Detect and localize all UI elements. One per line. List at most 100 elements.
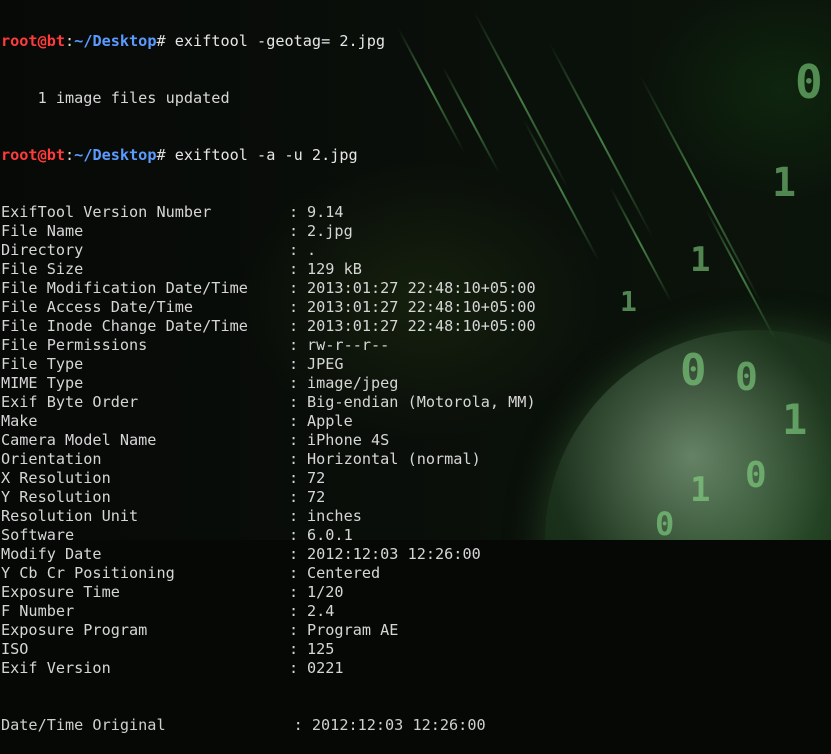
exif-separator: :: [289, 659, 308, 677]
exif-row: Y Resolution: 72: [1, 488, 536, 507]
exif-separator: :: [289, 317, 308, 335]
exif-value: 9.14: [307, 203, 344, 221]
binary-digit: 0: [795, 55, 823, 109]
exif-key: Camera Model Name: [1, 431, 157, 449]
exif-row: X Resolution: 72: [1, 469, 536, 488]
exif-separator: :: [289, 279, 308, 297]
exif-value: iPhone 4S: [307, 431, 390, 449]
exif-separator: :: [289, 260, 308, 278]
exif-separator: :: [289, 222, 308, 240]
exif-key: Make: [1, 412, 38, 430]
exif-value: 2013:01:27 22:48:10+05:00: [307, 279, 536, 297]
exif-separator: :: [289, 564, 308, 582]
exif-value: Centered: [307, 564, 381, 582]
exif-value: 2.4: [307, 602, 335, 620]
exif-key: Exif Byte Order: [1, 393, 139, 411]
exif-row: File Inode Change Date/Time: 2013:01:27 …: [1, 317, 536, 336]
exif-value: 2013:01:27 22:48:10+05:00: [307, 298, 536, 316]
exif-row: F Number: 2.4: [1, 602, 536, 621]
exif-row: File Name: 2.jpg: [1, 222, 536, 241]
exif-value: 2013:01:27 22:48:10+05:00: [307, 317, 536, 335]
exif-separator: :: [289, 298, 308, 316]
exif-key: ExifTool Version Number: [1, 203, 212, 221]
exif-value: 6.0.1: [307, 526, 353, 544]
exif-value: 72: [307, 469, 326, 487]
exif-separator: :: [289, 621, 308, 639]
binary-digit: 1: [690, 470, 711, 510]
exif-value: image/jpeg: [307, 374, 399, 392]
exif-row: Exposure Program: Program AE: [1, 621, 536, 640]
exif-key: File Inode Change Date/Time: [1, 317, 248, 335]
prompt-separator: :: [65, 32, 75, 50]
binary-digit: 0: [745, 455, 767, 496]
exif-row: Exif Version: 0221: [1, 659, 536, 678]
exif-value: 2.jpg: [307, 222, 353, 240]
binary-digit: 1: [782, 395, 808, 444]
exif-value: Program AE: [307, 621, 399, 639]
binary-digit: 1: [690, 240, 711, 280]
exif-separator: :: [289, 393, 308, 411]
exif-row: File Access Date/Time: 2013:01:27 22:48:…: [1, 298, 536, 317]
exif-separator: :: [289, 241, 308, 259]
exif-separator: :: [289, 336, 308, 354]
exif-row: Software: 6.0.1: [1, 526, 536, 545]
exif-row: ISO: 125: [1, 640, 536, 659]
exif-separator: :: [289, 526, 308, 544]
exif-key: Exposure Program: [1, 621, 148, 639]
exif-separator: :: [289, 545, 308, 563]
exif-row: Modify Date: 2012:12:03 12:26:00: [1, 545, 536, 564]
exif-key: Y Cb Cr Positioning: [1, 564, 175, 582]
exif-separator: :: [289, 374, 308, 392]
binary-digit: 0: [680, 345, 707, 396]
exif-row: File Type: JPEG: [1, 355, 536, 374]
exif-key: File Access Date/Time: [1, 298, 194, 316]
binary-digit: 1: [620, 285, 637, 318]
exif-row: Directory: .: [1, 241, 536, 260]
exif-value: 72: [307, 488, 326, 506]
exif-key: Exif Version: [1, 659, 111, 677]
prompt-path: ~/Desktop: [74, 146, 157, 164]
terminal-output[interactable]: root@bt:~/Desktop# exiftool -geotag= 2.j…: [1, 0, 536, 754]
binary-digit: 0: [735, 355, 758, 399]
exif-value: 129 kB: [307, 260, 362, 278]
light-streak: [704, 208, 778, 342]
exif-value: inches: [307, 507, 362, 525]
binary-digit: 0: [655, 505, 675, 540]
exif-row: Exposure Time: 1/20: [1, 583, 536, 602]
exif-key: File Type: [1, 355, 84, 373]
prompt-line: root@bt:~/Desktop# exiftool -geotag= 2.j…: [1, 32, 536, 51]
exif-separator: :: [289, 602, 308, 620]
prompt-symbol: #: [156, 32, 166, 50]
prompt-path: ~/Desktop: [74, 32, 157, 50]
exif-key: File Permissions: [1, 336, 148, 354]
exif-row: Y Cb Cr Positioning: Centered: [1, 564, 536, 583]
exif-separator: :: [289, 355, 308, 373]
exif-value: rw-r--r--: [307, 336, 390, 354]
exif-separator: :: [289, 450, 308, 468]
command-text: exiftool -a -u 2.jpg: [165, 146, 358, 164]
prompt-symbol: #: [156, 146, 166, 164]
exif-row: ExifTool Version Number: 9.14: [1, 203, 536, 222]
exif-row: File Modification Date/Time: 2013:01:27 …: [1, 279, 536, 298]
light-streak: [548, 42, 654, 238]
exif-key: Software: [1, 526, 75, 544]
exif-value: Horizontal (normal): [307, 450, 481, 468]
binary-digit: 1: [772, 160, 797, 206]
exif-value: Apple: [307, 412, 353, 430]
exif-key: Exposure Time: [1, 583, 120, 601]
exif-separator: :: [289, 431, 308, 449]
exif-row: Orientation: Horizontal (normal): [1, 450, 536, 469]
exif-key: Modify Date: [1, 545, 102, 563]
partial-exif-row: Date/Time Original : 2012:12:03 12:26:00: [1, 716, 486, 734]
exif-separator: :: [289, 488, 308, 506]
exif-row: Camera Model Name: iPhone 4S: [1, 431, 536, 450]
exif-key: Orientation: [1, 450, 102, 468]
command-output: 1 image files updated: [1, 89, 230, 107]
exif-key: File Modification Date/Time: [1, 279, 248, 297]
exif-row: Resolution Unit: inches: [1, 507, 536, 526]
exif-value: .: [307, 241, 317, 259]
exif-key: MIME Type: [1, 374, 84, 392]
exif-value: Big-endian (Motorola, MM): [307, 393, 536, 411]
exif-separator: :: [289, 203, 308, 221]
exif-key: ISO: [1, 640, 29, 658]
